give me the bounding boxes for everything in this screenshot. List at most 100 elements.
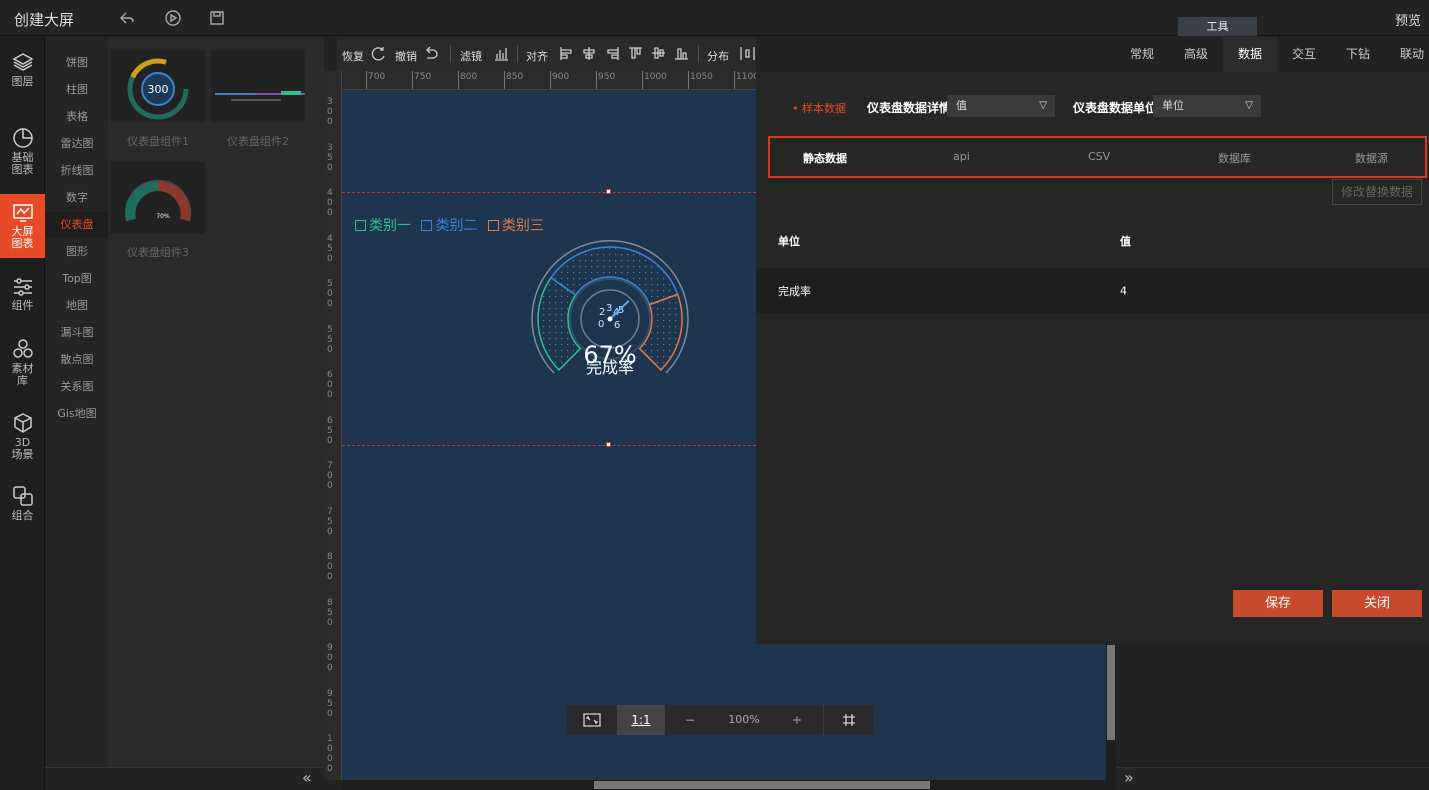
redo-button[interactable]: 恢复: [342, 48, 364, 64]
category-item[interactable]: 图形: [46, 239, 108, 265]
align-left-icon[interactable]: [559, 46, 574, 61]
nav-combine[interactable]: 组合: [0, 485, 45, 529]
thumbnail-label: 仪表盘组件1: [127, 135, 189, 148]
zoom-level: 100%: [728, 713, 760, 726]
gauge-preview-image: 70%: [125, 179, 191, 222]
gauge-thumbnail-2[interactable]: [211, 51, 305, 123]
legend-item[interactable]: 类别二: [421, 215, 477, 235]
ruler-tick-label: 600: [327, 370, 333, 400]
legend-item[interactable]: 类别一: [355, 215, 411, 235]
category-item[interactable]: 漏斗图: [46, 320, 108, 346]
tab-datasource[interactable]: 数据源: [1355, 150, 1388, 166]
distribute-horizontal-icon[interactable]: [740, 46, 755, 61]
category-item-active[interactable]: 仪表盘: [46, 212, 108, 238]
thumbnail-label: 仪表盘组件2: [227, 135, 289, 148]
ruler-tick: [688, 71, 689, 89]
nav-3d-scene[interactable]: 3D场景: [0, 412, 45, 468]
category-item[interactable]: 地图: [46, 293, 108, 319]
nav-basic-charts[interactable]: 基础图表: [0, 127, 45, 183]
nav-screen-charts[interactable]: 大屏图表: [0, 194, 45, 258]
thumbnail-label: 仪表盘组件3: [127, 246, 189, 259]
tab-csv[interactable]: CSV: [1088, 150, 1110, 163]
category-item[interactable]: 柱图: [46, 77, 108, 103]
save-icon[interactable]: [208, 9, 226, 27]
undo-button[interactable]: 撤销: [395, 48, 417, 64]
align-middle-icon[interactable]: [651, 46, 666, 61]
redo-icon[interactable]: [371, 46, 386, 61]
gauge-thumbnail-1[interactable]: 300: [111, 51, 205, 123]
ruler-left: 300 350 400 450 500 550 600 650 700 750 800 850 900 9…: [324, 71, 342, 780]
gauge-detail-select[interactable]: 值 ▽: [947, 95, 1055, 117]
resize-handle-top[interactable]: [606, 189, 611, 194]
category-item[interactable]: 折线图: [46, 158, 108, 184]
category-item[interactable]: 表格: [46, 104, 108, 130]
play-icon[interactable]: [164, 9, 182, 27]
scrollbar-thumb[interactable]: [1107, 645, 1115, 740]
gauge-unit-select[interactable]: 单位 ▽: [1153, 95, 1261, 117]
preview-button[interactable]: 预览: [1395, 10, 1421, 29]
category-item[interactable]: 关系图: [46, 374, 108, 400]
tab-static-data[interactable]: 静态数据: [803, 150, 847, 166]
nav-components[interactable]: 组件: [0, 277, 45, 321]
modify-data-button[interactable]: 修改替换数据: [1332, 179, 1422, 205]
category-item[interactable]: Top图: [46, 266, 108, 292]
category-list: 饼图 柱图 表格 雷达图 折线图 数字 仪表盘 图形 Top图 地图 漏斗图 散…: [46, 37, 108, 767]
align-center-icon[interactable]: [582, 46, 597, 61]
tab-advanced[interactable]: 高级: [1169, 37, 1223, 72]
align-top-icon[interactable]: [628, 46, 643, 61]
undo-arrow-icon[interactable]: [118, 9, 136, 27]
tab-database[interactable]: 数据库: [1218, 150, 1251, 166]
nav-materials[interactable]: 素材库: [0, 338, 45, 394]
resize-handle-bottom[interactable]: [606, 442, 611, 447]
tab-api[interactable]: api: [953, 150, 970, 163]
zoom-in-button[interactable]: +: [782, 705, 812, 735]
ruler-top: 700 750 800 850 900 950 1000 1050 1100: [342, 71, 756, 90]
gauge-label: 完成率: [586, 358, 634, 377]
category-item[interactable]: 散点图: [46, 347, 108, 373]
category-item[interactable]: 饼图: [46, 50, 108, 76]
tab-data[interactable]: 数据: [1223, 37, 1277, 72]
tools-tab[interactable]: 工具: [1178, 17, 1257, 36]
table-row[interactable]: 完成率 4: [756, 268, 1429, 313]
ruler-tick-label: 950: [327, 688, 333, 719]
tab-general[interactable]: 常规: [1115, 37, 1169, 72]
legend-swatch: [487, 220, 499, 231]
align-right-icon[interactable]: [605, 46, 620, 61]
save-button[interactable]: 保存: [1233, 590, 1323, 617]
tab-interaction[interactable]: 交互: [1277, 37, 1331, 72]
category-item[interactable]: Gis地图: [46, 401, 108, 427]
tab-drilldown[interactable]: 下钻: [1331, 37, 1385, 72]
align-bottom-icon[interactable]: [674, 46, 689, 61]
grid-toggle-button[interactable]: [823, 705, 873, 735]
category-item[interactable]: 雷达图: [46, 131, 108, 157]
undo-icon[interactable]: [424, 46, 439, 61]
filter-button[interactable]: 滤镜: [460, 48, 482, 64]
expand-right-icon[interactable]: »: [1124, 768, 1134, 787]
gauge-thumbnail-3[interactable]: 70%: [111, 162, 205, 234]
close-button[interactable]: 关闭: [1332, 590, 1422, 617]
nav-layers[interactable]: 图层: [0, 51, 45, 101]
table-cell[interactable]: 完成率: [778, 283, 811, 299]
align-button[interactable]: 对齐: [526, 48, 548, 64]
ruler-tick-label: 500: [327, 279, 333, 309]
fit-screen-button[interactable]: [567, 705, 617, 735]
category-item[interactable]: 数字: [46, 185, 108, 211]
canvas-horizontal-scrollbar[interactable]: [342, 780, 1116, 790]
zoom-out-button[interactable]: −: [675, 705, 705, 735]
gauge-preview-image: [215, 91, 305, 101]
bar-chart-icon[interactable]: [494, 46, 509, 61]
legend-item[interactable]: 类别三: [487, 215, 544, 235]
gauge-chart[interactable]: 2 3 4 5 0 6 67% 完成率: [518, 235, 702, 385]
tab-linkage[interactable]: 联动: [1385, 37, 1429, 72]
grid-icon: [842, 714, 855, 726]
cube-icon: [13, 413, 32, 433]
gauge-legend: 类别一 类别二 类别三: [355, 215, 550, 235]
right-panel-empty: [1116, 644, 1429, 767]
collapse-left-icon[interactable]: «: [302, 768, 312, 787]
table-cell[interactable]: 4: [1120, 284, 1127, 297]
combine-icon: [12, 486, 33, 506]
distribute-button[interactable]: 分布: [707, 48, 729, 64]
column-header: 单位: [778, 235, 800, 248]
actual-size-button[interactable]: 1:1: [617, 705, 665, 735]
scrollbar-thumb[interactable]: [594, 781, 930, 789]
